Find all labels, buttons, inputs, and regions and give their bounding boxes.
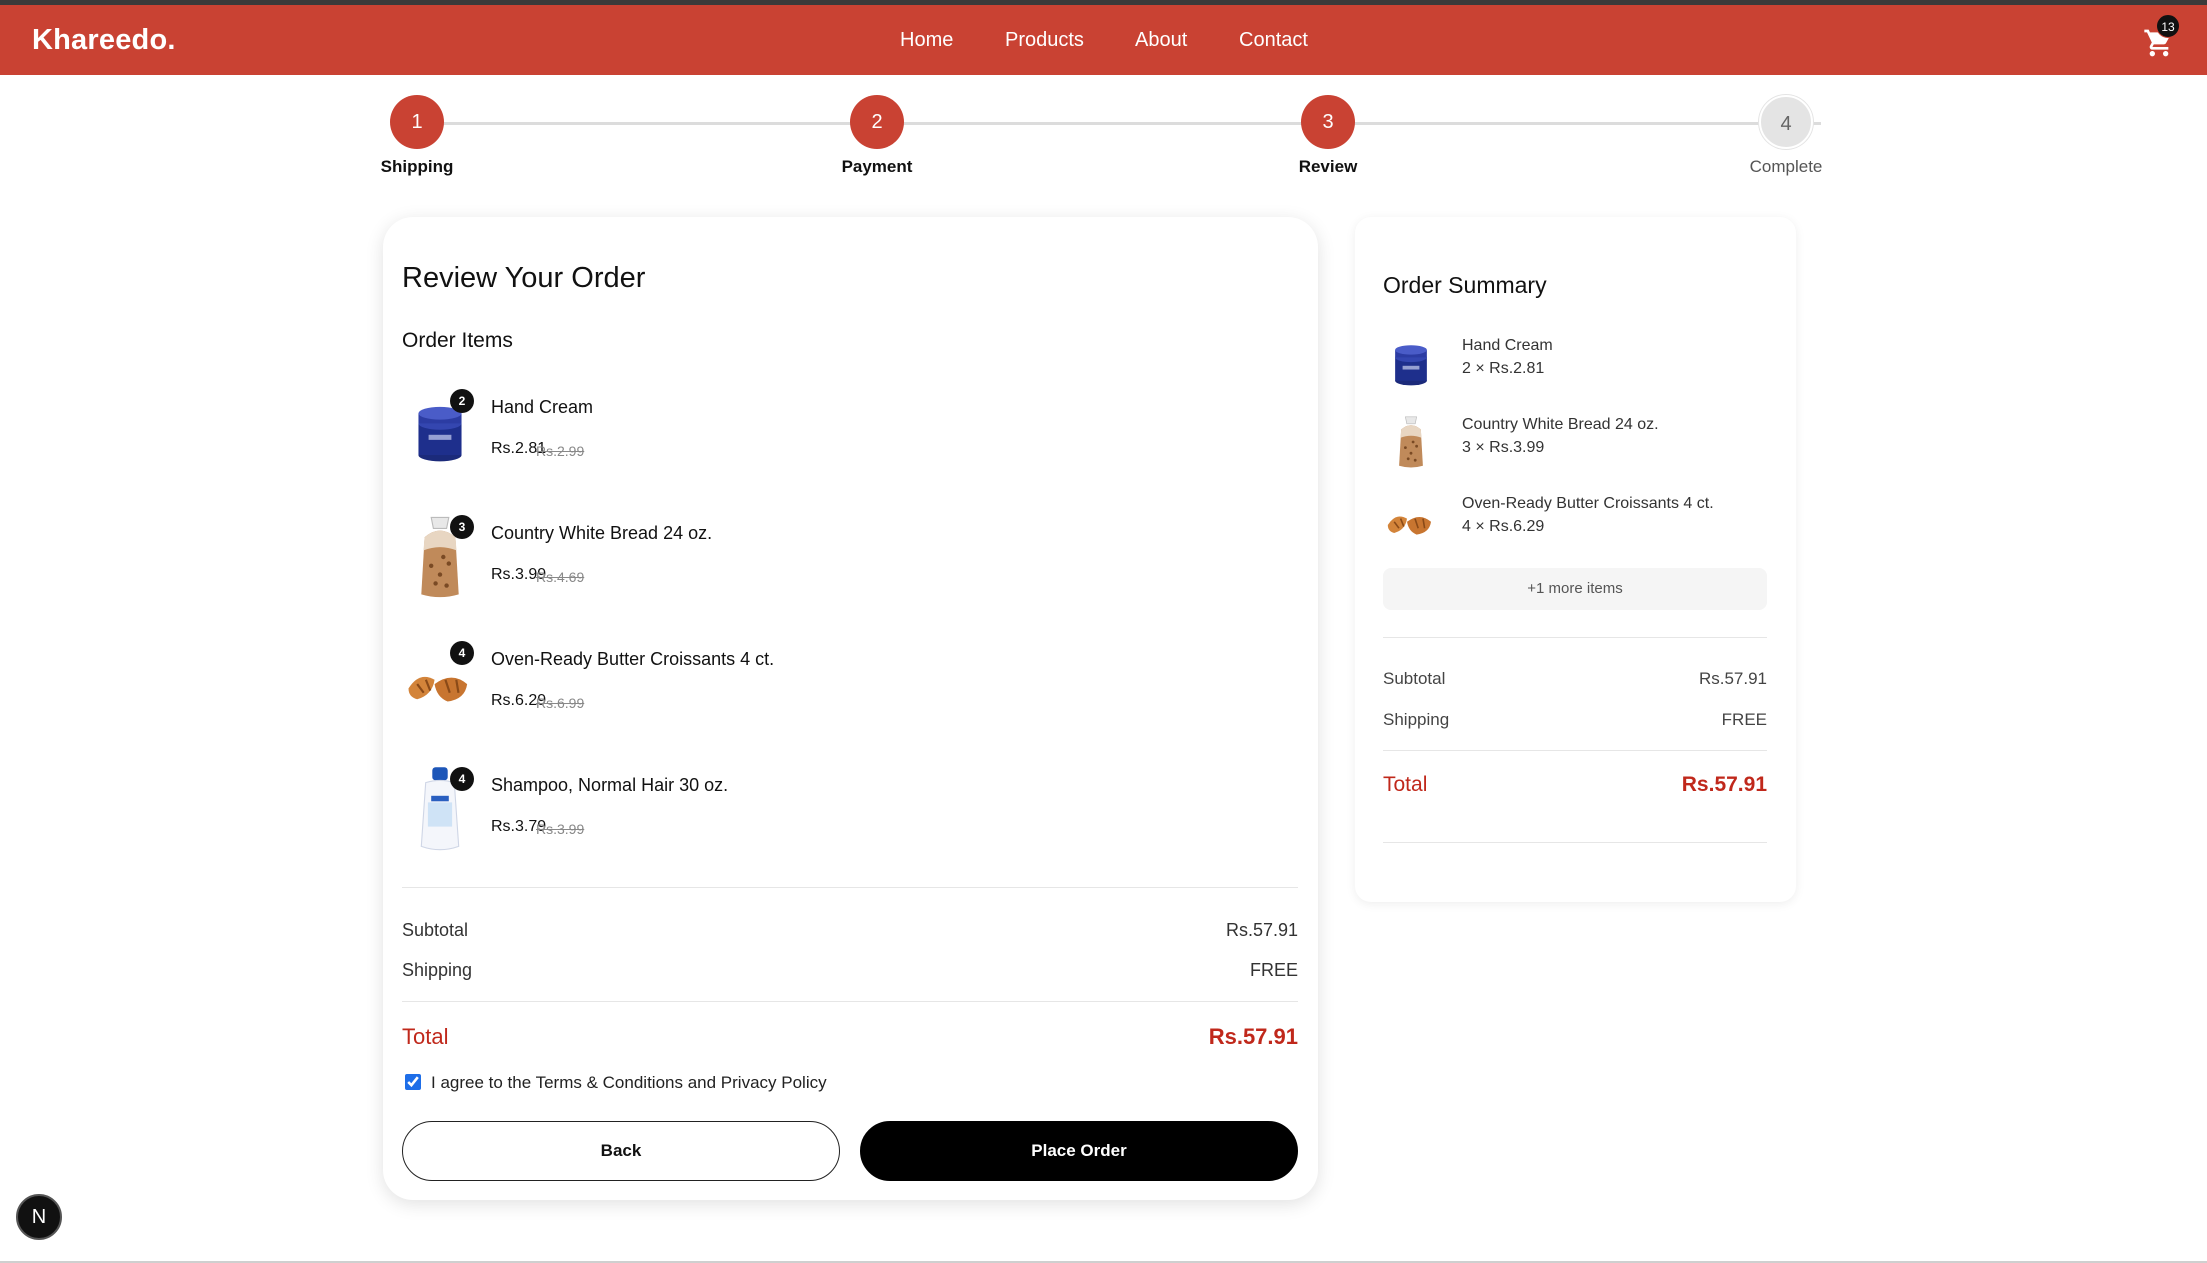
quantity-badge: 3 bbox=[450, 515, 474, 539]
quantity-badge: 4 bbox=[450, 767, 474, 791]
step-2-circle: 2 bbox=[850, 95, 904, 149]
dev-tools-badge[interactable]: N bbox=[16, 1194, 62, 1240]
navbar: Khareedo. Home Products About Contact bbox=[0, 5, 2207, 75]
step-3-circle: 3 bbox=[1301, 95, 1355, 149]
brand-logo[interactable]: Khareedo. bbox=[32, 24, 176, 57]
item-old-price: Rs.3.99 bbox=[536, 821, 585, 837]
summary-item-name: Country White Bread 24 oz. bbox=[1462, 416, 1659, 433]
step-1-label: Shipping bbox=[380, 157, 454, 176]
order-item: 2 Hand Cream Rs.2.81 Rs.2.99 bbox=[402, 387, 1282, 483]
nav-home[interactable]: Home bbox=[900, 29, 953, 52]
item-name: Hand Cream bbox=[491, 397, 594, 417]
bread-icon bbox=[1383, 414, 1439, 470]
summary-subtotal-value: Rs.57.91 bbox=[1698, 669, 1767, 688]
summary-shipping-label: Shipping bbox=[1383, 710, 1450, 729]
nav-about[interactable]: About bbox=[1135, 29, 1187, 52]
summary-shipping-value: FREE bbox=[1721, 710, 1767, 729]
cart-count-badge: 13 bbox=[2156, 14, 2180, 38]
order-item: 3 Country White Bread 24 oz. Rs.3.99 Rs.… bbox=[402, 513, 1282, 609]
summary-total-label: Total bbox=[1383, 773, 1428, 796]
divider bbox=[1383, 842, 1767, 843]
order-summary-card: Order Summary Hand Cream 2 × Rs.2.81 Cou… bbox=[1355, 217, 1796, 902]
step-4-circle: 4 bbox=[1759, 95, 1813, 149]
terms-agreement[interactable]: I agree to the Terms & Conditions and Pr… bbox=[405, 1073, 827, 1093]
review-card: Review Your Order Order Items 2 Hand Cre… bbox=[383, 217, 1318, 1200]
summary-item-qty: 3 × Rs.3.99 bbox=[1462, 439, 1545, 456]
summary-total-value: Rs.57.91 bbox=[1681, 773, 1767, 796]
divider bbox=[1383, 637, 1767, 638]
croissant-icon bbox=[1383, 493, 1439, 549]
item-old-price: Rs.4.69 bbox=[536, 569, 585, 585]
order-item: 4 Oven-Ready Butter Croissants 4 ct. Rs.… bbox=[402, 639, 1282, 735]
shipping-value: FREE bbox=[1249, 960, 1298, 980]
summary-item: Country White Bread 24 oz. 3 × Rs.3.99 bbox=[1383, 410, 1773, 476]
summary-item: Hand Cream 2 × Rs.2.81 bbox=[1383, 331, 1773, 397]
back-button[interactable]: Back bbox=[402, 1121, 840, 1181]
shipping-label: Shipping bbox=[402, 960, 473, 980]
nav-products[interactable]: Products bbox=[1005, 29, 1084, 52]
total-value: Rs.57.91 bbox=[1208, 1024, 1298, 1049]
step-2-label: Payment bbox=[841, 157, 913, 176]
step-3-label: Review bbox=[1298, 157, 1358, 176]
terms-text: I agree to the Terms & Conditions and Pr… bbox=[431, 1073, 827, 1092]
summary-item-name: Hand Cream bbox=[1462, 337, 1553, 354]
step-1-circle: 1 bbox=[390, 95, 444, 149]
step-4-label: Complete bbox=[1749, 157, 1823, 176]
quantity-badge: 4 bbox=[450, 641, 474, 665]
page-title: Review Your Order bbox=[402, 262, 646, 294]
quantity-badge: 2 bbox=[450, 389, 474, 413]
summary-item-name: Oven-Ready Butter Croissants 4 ct. bbox=[1462, 495, 1714, 512]
item-name: Oven-Ready Butter Croissants 4 ct. bbox=[491, 649, 775, 669]
stepper-line bbox=[417, 122, 1821, 125]
item-name: Shampoo, Normal Hair 30 oz. bbox=[491, 775, 729, 795]
divider bbox=[1383, 750, 1767, 751]
divider bbox=[402, 887, 1298, 888]
summary-item-qty: 4 × Rs.6.29 bbox=[1462, 518, 1545, 535]
summary-subtotal-label: Subtotal bbox=[1383, 669, 1446, 688]
hand-cream-icon bbox=[1383, 335, 1439, 391]
total-label: Total bbox=[402, 1024, 449, 1049]
subtotal-label: Subtotal bbox=[402, 920, 469, 940]
summary-item-qty: 2 × Rs.2.81 bbox=[1462, 360, 1545, 377]
item-old-price: Rs.6.99 bbox=[536, 695, 585, 711]
more-items-button[interactable]: +1 more items bbox=[1383, 568, 1767, 610]
order-items-heading: Order Items bbox=[402, 329, 513, 352]
summary-title: Order Summary bbox=[1383, 272, 1547, 298]
nav-contact[interactable]: Contact bbox=[1239, 29, 1308, 52]
item-name: Country White Bread 24 oz. bbox=[491, 523, 713, 543]
item-old-price: Rs.2.99 bbox=[536, 443, 585, 459]
place-order-button[interactable]: Place Order bbox=[860, 1121, 1298, 1181]
summary-item: Oven-Ready Butter Croissants 4 ct. 4 × R… bbox=[1383, 489, 1773, 555]
divider bbox=[402, 1001, 1298, 1002]
order-item: 4 Shampoo, Normal Hair 30 oz. Rs.3.79 Rs… bbox=[402, 765, 1282, 861]
subtotal-value: Rs.57.91 bbox=[1225, 920, 1298, 940]
terms-checkbox[interactable] bbox=[405, 1074, 421, 1090]
